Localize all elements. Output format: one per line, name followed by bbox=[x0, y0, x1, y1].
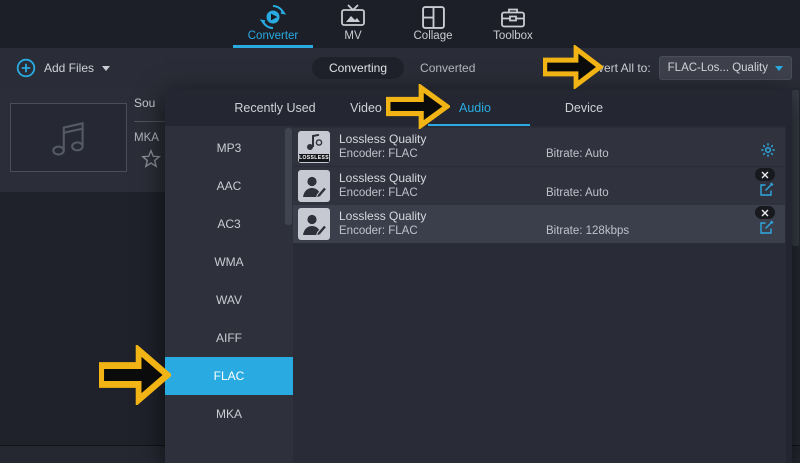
tab-converted[interactable]: Converted bbox=[420, 61, 475, 75]
tab-recently-used[interactable]: Recently Used bbox=[234, 90, 315, 126]
format-item-mp3[interactable]: MP3 bbox=[165, 129, 293, 167]
tab-converter-label: Converter bbox=[233, 30, 313, 42]
collage-icon bbox=[393, 3, 473, 31]
tab-collage[interactable]: Collage bbox=[393, 0, 473, 48]
format-item-mka[interactable]: MKA bbox=[165, 395, 293, 433]
file-source-label: Sou bbox=[134, 96, 155, 110]
tab-toolbox[interactable]: Toolbox bbox=[473, 0, 553, 48]
profile-bitrate: Bitrate: Auto bbox=[546, 148, 609, 160]
format-item-wav[interactable]: WAV bbox=[165, 281, 293, 319]
panel-tab-bar: Recently Used Video Audio Device bbox=[165, 90, 792, 126]
close-icon[interactable] bbox=[755, 168, 775, 181]
profile-title: Lossless Quality bbox=[339, 209, 426, 223]
divider bbox=[134, 121, 168, 122]
view-tabs: Converting Converted bbox=[312, 48, 475, 88]
convert-all-group: Convert All to: FLAC-Los... Quality bbox=[576, 48, 792, 88]
add-files-label: Add Files bbox=[44, 61, 94, 75]
chevron-down-icon bbox=[775, 66, 783, 71]
tab-converting[interactable]: Converting bbox=[312, 57, 404, 79]
profile-row-custom-1[interactable]: Lossless Quality Encoder: FLAC Bitrate: … bbox=[293, 167, 785, 205]
settings-gear-icon[interactable] bbox=[760, 142, 776, 163]
app-window: Converter MV bbox=[0, 0, 800, 463]
converter-icon bbox=[233, 3, 313, 31]
convert-all-dropdown[interactable]: FLAC-Los... Quality bbox=[659, 56, 792, 80]
sidebar-scrollbar-thumb[interactable] bbox=[285, 128, 292, 225]
tab-audio[interactable]: Audio bbox=[459, 90, 491, 126]
add-files-button[interactable]: Add Files bbox=[16, 48, 110, 88]
profile-encoder: Encoder: FLAC bbox=[339, 225, 418, 237]
lossless-badge-text: LOSSLESS bbox=[299, 154, 329, 162]
lossless-badge-icon: LOSSLESS bbox=[298, 131, 330, 163]
format-item-flac[interactable]: FLAC bbox=[165, 357, 293, 395]
annotation-arrow-flac bbox=[99, 345, 171, 405]
music-note-icon bbox=[46, 117, 92, 159]
top-nav-bar: Converter MV bbox=[0, 0, 800, 48]
format-item-aac[interactable]: AAC bbox=[165, 167, 293, 205]
user-edit-icon bbox=[298, 208, 330, 240]
plus-circle-icon bbox=[16, 58, 36, 78]
tab-mv-label: MV bbox=[313, 30, 393, 42]
edit-star-icon[interactable] bbox=[140, 148, 162, 175]
profile-row-custom-2[interactable]: Lossless Quality Encoder: FLAC Bitrate: … bbox=[293, 205, 785, 243]
tab-video[interactable]: Video bbox=[350, 90, 382, 126]
tab-collage-label: Collage bbox=[393, 30, 473, 42]
edit-icon[interactable] bbox=[759, 220, 774, 240]
profile-bitrate: Bitrate: Auto bbox=[546, 187, 609, 199]
scrollbar-thumb[interactable] bbox=[792, 90, 799, 246]
chevron-down-icon bbox=[102, 66, 110, 71]
tab-mv[interactable]: MV bbox=[313, 0, 393, 48]
profile-encoder: Encoder: FLAC bbox=[339, 148, 418, 160]
format-sidebar: MP3 AAC AC3 WMA WAV AIFF FLAC MKA bbox=[165, 126, 293, 463]
toolbox-icon bbox=[473, 3, 553, 31]
profile-list: LOSSLESS Lossless Quality Encoder: FLAC … bbox=[293, 126, 792, 463]
close-icon[interactable] bbox=[755, 206, 775, 219]
tab-converter[interactable]: Converter bbox=[233, 0, 313, 48]
edit-icon[interactable] bbox=[759, 182, 774, 202]
tab-device[interactable]: Device bbox=[565, 90, 603, 126]
file-format-label: MKA bbox=[134, 132, 159, 144]
format-picker-panel: Recently Used Video Audio Device MP3 AAC… bbox=[165, 90, 792, 463]
tab-toolbox-label: Toolbox bbox=[473, 30, 553, 42]
mv-icon bbox=[313, 3, 393, 31]
convert-all-label: Convert All to: bbox=[576, 61, 651, 75]
file-thumbnail bbox=[10, 103, 127, 172]
user-edit-icon bbox=[298, 170, 330, 202]
main-list-scrollbar[interactable] bbox=[791, 88, 800, 445]
profile-title: Lossless Quality bbox=[339, 171, 426, 185]
profile-title: Lossless Quality bbox=[339, 132, 426, 146]
profile-row-lossless[interactable]: LOSSLESS Lossless Quality Encoder: FLAC … bbox=[293, 128, 785, 166]
format-item-ac3[interactable]: AC3 bbox=[165, 205, 293, 243]
format-item-aiff[interactable]: AIFF bbox=[165, 319, 293, 357]
format-item-wma[interactable]: WMA bbox=[165, 243, 293, 281]
profile-list-scrollbar[interactable] bbox=[786, 126, 792, 463]
profile-bitrate: Bitrate: 128kbps bbox=[546, 225, 629, 237]
profile-encoder: Encoder: FLAC bbox=[339, 187, 418, 199]
convert-all-value: FLAC-Los... Quality bbox=[668, 62, 768, 74]
toolbar: Add Files Converting Converted Convert A… bbox=[0, 48, 800, 88]
